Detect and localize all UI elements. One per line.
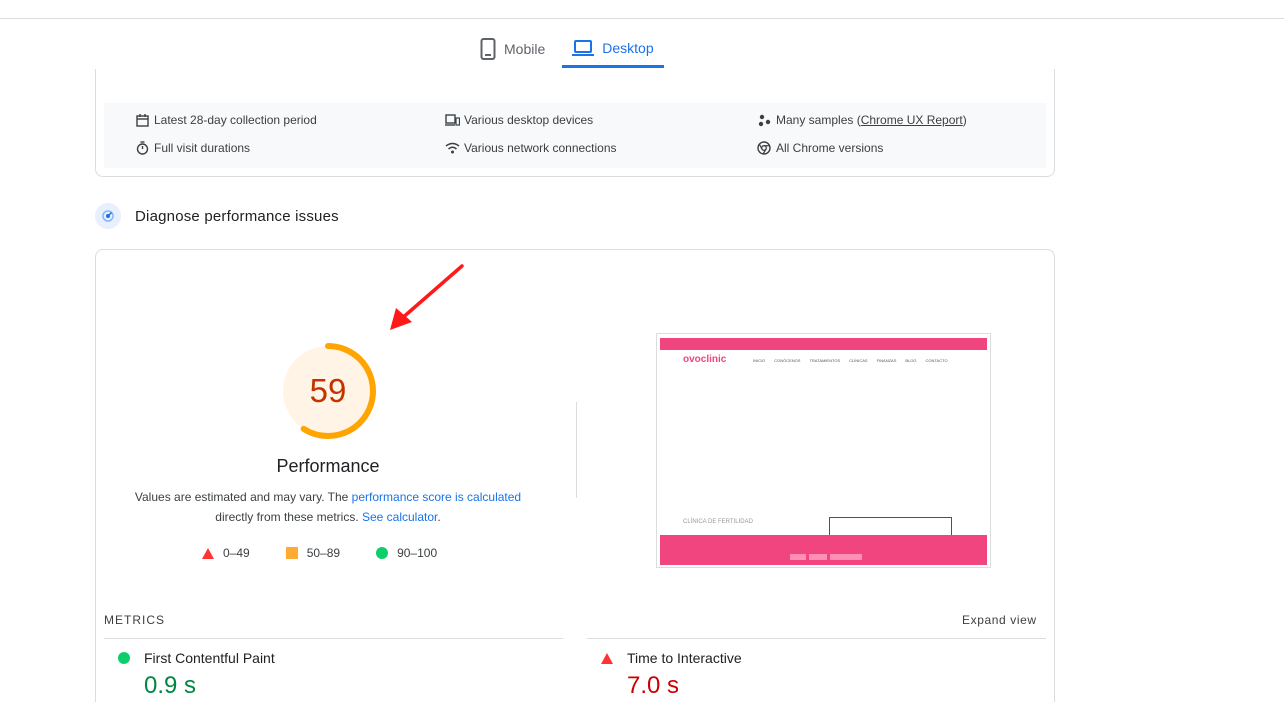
red-triangle-icon [601, 652, 613, 664]
chrome-icon [756, 140, 772, 156]
calendar-icon [134, 112, 150, 128]
page-screenshot[interactable]: ovoclinic INICIO CONÓCENOS TRATAMIENTOS … [656, 333, 991, 568]
speedometer-icon [95, 203, 121, 229]
annotation-arrow-icon [390, 264, 464, 330]
phone-icon [480, 38, 496, 60]
metric-value: 7.0 s [627, 672, 680, 699]
metrics-heading: METRICS [104, 613, 165, 627]
devices-icon [444, 112, 460, 128]
wifi-icon [444, 140, 460, 156]
samples-icon [756, 112, 772, 128]
field-info-box: Latest 28-day collection period Various … [104, 103, 1046, 168]
tab-mobile[interactable]: Mobile [470, 30, 555, 68]
orange-square-icon [285, 547, 298, 559]
performance-card: 59 Performance Values are estimated and … [95, 249, 1055, 702]
tab-desktop[interactable]: Desktop [562, 30, 664, 68]
green-circle-icon [118, 652, 130, 664]
legend-average: 50–89 [285, 546, 340, 560]
green-circle-icon [376, 547, 389, 559]
score-legend: 0–49 50–89 90–100 [202, 546, 473, 560]
legend-fail: 0–49 [202, 546, 250, 560]
performance-label: Performance [276, 456, 380, 476]
screenshot-cookie-banner [660, 535, 987, 565]
timer-icon [134, 140, 150, 156]
info-collection-period: Latest 28-day collection period [134, 112, 317, 128]
tab-desktop-label: Desktop [602, 39, 654, 56]
expand-view-button[interactable]: Expand view [962, 613, 1037, 627]
tab-mobile-label: Mobile [504, 41, 546, 57]
performance-score: 59 [309, 372, 347, 409]
vertical-divider [576, 402, 577, 498]
performance-description: Values are estimated and may vary. The p… [134, 490, 522, 524]
screenshot-nav: INICIO CONÓCENOS TRATAMIENTOS CLÍNICAS F… [753, 358, 948, 363]
field-data-card: Latest 28-day collection period Various … [95, 69, 1055, 177]
metric-time-to-interactive: Time to Interactive 7.0 s [601, 650, 742, 700]
see-calculator-link[interactable]: See calculator [362, 510, 437, 524]
device-tabs: Mobile Desktop [470, 30, 664, 70]
metrics-divider-left [104, 638, 563, 639]
screenshot-heading: CLÍNICA DE FERTILIDAD [683, 519, 753, 525]
info-samples: Many samples (Chrome UX Report) [756, 112, 967, 128]
screenshot-topbar [660, 338, 987, 350]
legend-pass: 90–100 [376, 546, 437, 560]
red-triangle-icon [202, 547, 214, 559]
metrics-divider-right [587, 638, 1046, 639]
laptop-icon [572, 39, 595, 57]
info-devices: Various desktop devices [444, 112, 593, 128]
metric-value: 0.9 s [144, 672, 197, 699]
chrome-ux-report-link[interactable]: Chrome UX Report [861, 113, 963, 127]
diagnose-title: Diagnose performance issues [135, 207, 339, 225]
info-chrome-versions: All Chrome versions [756, 140, 883, 156]
score-calculated-link[interactable]: performance score is calculated [352, 490, 521, 504]
screenshot-logo: ovoclinic [683, 354, 727, 365]
metric-first-contentful-paint: First Contentful Paint 0.9 s [118, 650, 275, 700]
top-divider [0, 18, 1284, 19]
diagnose-section-header: Diagnose performance issues [95, 203, 339, 229]
info-visit-durations: Full visit durations [134, 140, 250, 156]
info-network: Various network connections [444, 140, 617, 156]
